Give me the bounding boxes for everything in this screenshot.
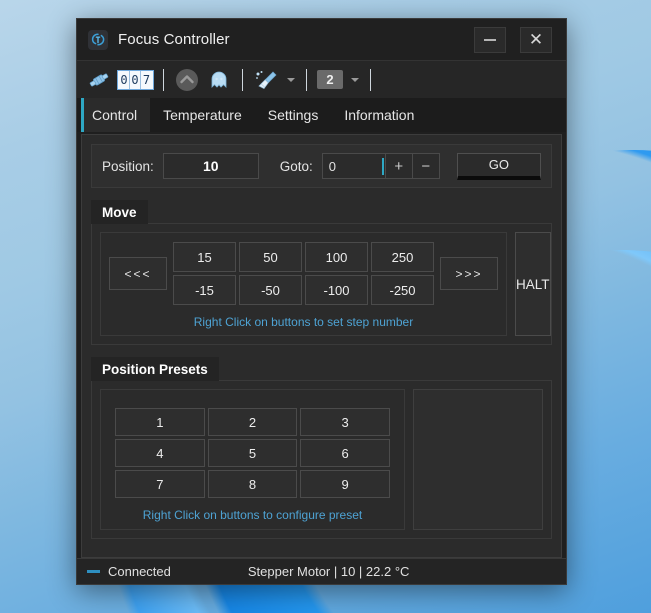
position-presets-group: Position Presets 1 2 3 4 5 6 7 8 9 Right… [91, 357, 552, 539]
presets-group-body: 1 2 3 4 5 6 7 8 9 Right Click on buttons… [91, 380, 552, 539]
control-tab-panel: Position: 10 Goto: 0 + − GO Move <<< 15 … [81, 134, 562, 558]
position-value: 10 [162, 153, 259, 179]
position-label: Position: [102, 158, 154, 174]
tab-settings[interactable]: Settings [255, 98, 332, 132]
text-cursor [381, 157, 384, 175]
presets-side-panel [413, 389, 543, 530]
preset-button-6[interactable]: 6 [300, 439, 390, 467]
step-button-minus-15[interactable]: -15 [173, 275, 236, 305]
broom-dropdown-caret-icon[interactable] [287, 77, 295, 82]
counter-digits: 0 0 7 [117, 69, 154, 90]
tab-information[interactable]: Information [331, 98, 427, 132]
preset-button-7[interactable]: 7 [115, 470, 205, 498]
device-count-value: 2 [317, 70, 343, 89]
step-button-plus-100[interactable]: 100 [305, 242, 368, 272]
close-button[interactable]: ✕ [520, 26, 552, 53]
minimize-icon [484, 38, 496, 41]
status-bar: Connected Stepper Motor | 10 | 22.2 °C [77, 558, 566, 584]
toolbar: 0 0 7 2 [77, 60, 566, 98]
tab-temperature[interactable]: Temperature [150, 98, 255, 132]
desktop-background: Focus Controller ✕ 0 0 7 2 Control Tempe… [0, 0, 651, 613]
focus-controller-window: Focus Controller ✕ 0 0 7 2 Control Tempe… [76, 18, 567, 585]
step-button-plus-50[interactable]: 50 [239, 242, 302, 272]
goto-decrement-button[interactable]: − [411, 154, 439, 178]
preset-button-2[interactable]: 2 [207, 408, 298, 436]
presets-hint-text: Right Click on buttons to configure pres… [142, 508, 363, 522]
counter-digit: 7 [142, 72, 151, 87]
move-button-rows: <<< 15 50 100 250 -15 -50 -100 -250 >>> [109, 242, 498, 305]
ghost-icon[interactable] [205, 65, 233, 95]
toolbar-separator [370, 68, 371, 91]
move-back-continuous-button[interactable]: <<< [109, 257, 167, 290]
device-count-dropdown[interactable]: 2 [316, 65, 344, 95]
minimize-button[interactable] [474, 26, 506, 53]
presets-group-title: Position Presets [91, 357, 219, 381]
preset-button-9[interactable]: 9 [300, 470, 390, 498]
window-controls: ✕ [474, 26, 566, 53]
tab-bar: Control Temperature Settings Information [77, 98, 566, 132]
goto-increment-button[interactable]: + [384, 154, 412, 178]
connect-plug-icon[interactable] [85, 65, 113, 95]
move-group: Move <<< 15 50 100 250 -15 -50 -100 -250… [91, 200, 552, 345]
step-button-minus-250[interactable]: -250 [371, 275, 434, 305]
halt-button[interactable]: HALT [515, 232, 551, 336]
goto-value: 0 [328, 158, 337, 174]
go-button[interactable]: GO [456, 152, 541, 180]
position-row: Position: 10 Goto: 0 + − GO [91, 144, 552, 188]
step-button-plus-250[interactable]: 250 [371, 242, 434, 272]
toolbar-separator [306, 68, 307, 91]
connection-status-text: Connected [108, 564, 171, 579]
focus-controller-logo-icon [88, 29, 108, 50]
device-status-text: Stepper Motor | 10 | 22.2 °C [247, 564, 410, 579]
cleanup-broom-icon[interactable] [252, 65, 280, 95]
goto-label: Goto: [279, 158, 313, 174]
connection-status-icon [87, 570, 100, 573]
device-count-caret-icon[interactable] [351, 77, 359, 82]
preset-button-grid: 1 2 3 4 5 6 7 8 9 [115, 408, 390, 498]
preset-button-8[interactable]: 8 [207, 470, 298, 498]
move-forward-continuous-button[interactable]: >>> [440, 257, 498, 290]
step-counter-display[interactable]: 0 0 7 [117, 65, 154, 95]
tab-control[interactable]: Control [81, 98, 151, 132]
counter-digit: 0 [119, 70, 130, 89]
step-button-plus-15[interactable]: 15 [173, 242, 236, 272]
close-icon: ✕ [528, 30, 544, 49]
step-button-minus-50[interactable]: -50 [239, 275, 302, 305]
preset-button-3[interactable]: 3 [300, 408, 390, 436]
move-step-grid: 15 50 100 250 -15 -50 -100 -250 [173, 242, 434, 305]
park-up-arrow-icon[interactable] [173, 65, 201, 95]
preset-controls: 1 2 3 4 5 6 7 8 9 Right Click on buttons… [100, 389, 405, 530]
toolbar-separator [242, 68, 243, 91]
window-title: Focus Controller [118, 31, 230, 48]
preset-button-5[interactable]: 5 [207, 439, 298, 467]
toolbar-separator [163, 68, 164, 91]
move-controls: <<< 15 50 100 250 -15 -50 -100 -250 >>> … [100, 232, 507, 336]
goto-spinbox: 0 + − [321, 153, 440, 179]
move-group-body: <<< 15 50 100 250 -15 -50 -100 -250 >>> … [91, 223, 552, 345]
move-group-title: Move [91, 200, 148, 224]
move-hint-text: Right Click on buttons to set step numbe… [193, 315, 414, 329]
counter-digit: 0 [130, 70, 141, 89]
preset-button-1[interactable]: 1 [115, 408, 205, 436]
goto-input[interactable]: 0 [323, 154, 385, 178]
preset-button-4[interactable]: 4 [115, 439, 205, 467]
title-bar[interactable]: Focus Controller ✕ [77, 19, 566, 60]
step-button-minus-100[interactable]: -100 [305, 275, 368, 305]
